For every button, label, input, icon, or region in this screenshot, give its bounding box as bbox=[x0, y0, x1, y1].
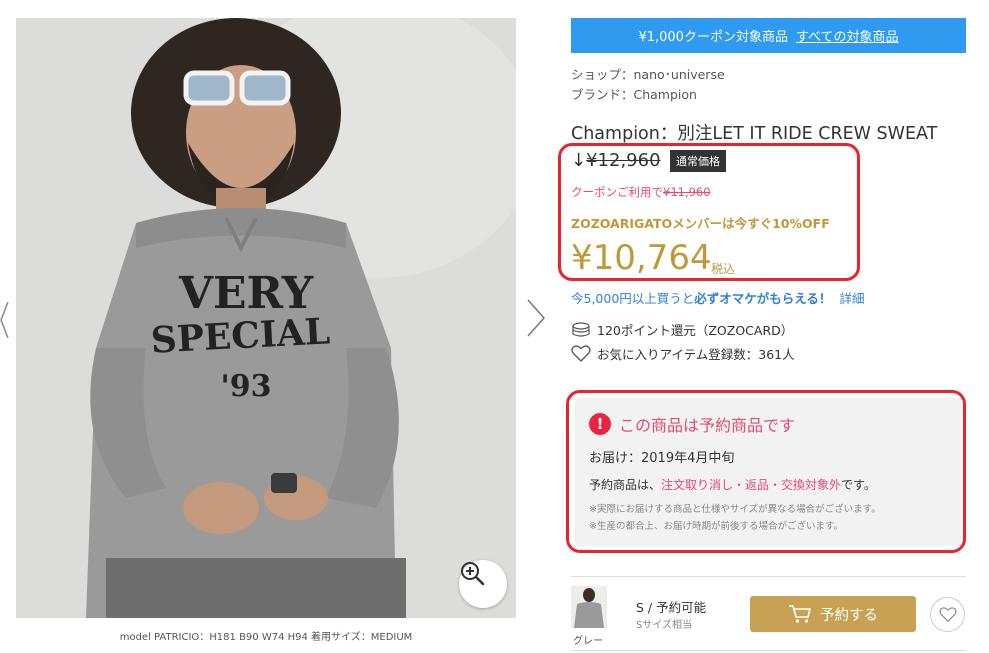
exclamation-circle-icon: ! bbox=[589, 413, 611, 435]
policy-suffix: です。 bbox=[841, 478, 876, 492]
chevron-left-icon bbox=[0, 301, 9, 339]
image-prev-button[interactable] bbox=[0, 300, 10, 340]
regular-price-badge: 通常価格 bbox=[670, 150, 726, 172]
policy-highlight: 注文取り消し・返品・交換対象外 bbox=[661, 478, 842, 492]
chevron-right-icon bbox=[527, 299, 546, 337]
preorder-note-2: ※生産の都合上、お届け時期が前後する場合がございます。 bbox=[589, 521, 844, 532]
shirt-print-line3: '93 bbox=[221, 369, 272, 404]
favorites-row: お気に入りアイテム登録数：361人 bbox=[571, 344, 795, 363]
promo-details-link[interactable]: 詳細 bbox=[839, 291, 864, 306]
current-price: ¥10,764 bbox=[571, 238, 712, 278]
model-caption: model PATRICIO：H181 B90 W74 H94 着用サイズ：ME… bbox=[119, 632, 413, 643]
zoom-in-icon bbox=[461, 562, 485, 586]
cart-icon bbox=[789, 605, 811, 623]
coupon-price-value: ¥11,960 bbox=[663, 185, 711, 199]
favorites-count: お気に入りアイテム登録数：361人 bbox=[597, 347, 795, 362]
regular-price-value: ¥12,960 bbox=[586, 150, 661, 171]
preorder-title: ! この商品は予約商品です bbox=[589, 412, 795, 436]
regular-price: ↓ ¥12,960 bbox=[571, 150, 661, 171]
preorder-policy: 予約商品は、注文取り消し・返品・交換対象外です。 bbox=[589, 476, 876, 493]
preorder-title-text: この商品は予約商品です bbox=[619, 416, 796, 435]
member-discount-note: ZOZOARIGATOメンバーは今すぐ10%OFF bbox=[571, 216, 830, 231]
product-image[interactable]: VERY SPECIAL '93 bbox=[16, 18, 516, 618]
policy-prefix: 予約商品は、 bbox=[589, 478, 662, 492]
product-title: Champion：別注LET IT RIDE CREW SWEAT bbox=[571, 124, 938, 144]
promo-bold: 必ずオマケがもらえる！ bbox=[694, 291, 832, 306]
promo-prefix: 今5,000円以上買うと bbox=[571, 291, 695, 306]
points-text: 120ポイント還元（ZOZOCARD） bbox=[597, 323, 794, 338]
coupon-banner-text: ¥1,000クーポン対象商品 bbox=[638, 30, 788, 45]
size-availability: S / 予約可能 bbox=[636, 600, 707, 615]
shop-label[interactable]: ショップ：nano･universe bbox=[571, 64, 725, 83]
price-down-arrow: ↓ bbox=[571, 150, 587, 171]
favorite-button[interactable] bbox=[930, 597, 965, 632]
tax-label: 税込 bbox=[711, 262, 736, 276]
coupon-price-prefix: クーポンご利用で bbox=[571, 185, 663, 199]
promo-row: 今5,000円以上買うと必ずオマケがもらえる！ 詳細 bbox=[571, 288, 864, 307]
zoom-button[interactable] bbox=[459, 560, 507, 608]
brand-label[interactable]: ブランド：Champion bbox=[571, 84, 697, 103]
coupon-banner: ¥1,000クーポン対象商品 すべての対象商品 bbox=[571, 18, 966, 53]
image-next-button[interactable] bbox=[524, 296, 548, 340]
coupon-all-items-link[interactable]: すべての対象商品 bbox=[796, 26, 899, 45]
color-thumbnail[interactable] bbox=[571, 586, 607, 628]
points-row: 120ポイント還元（ZOZOCARD） bbox=[571, 320, 793, 339]
variant-divider-bottom bbox=[571, 650, 966, 651]
heart-outline-icon bbox=[571, 344, 591, 362]
coin-stack-icon bbox=[572, 321, 590, 337]
size-equivalent: Sサイズ相当 bbox=[636, 620, 693, 631]
color-label: グレー bbox=[573, 636, 603, 647]
delivery-date: お届け：2019年4月中旬 bbox=[589, 451, 735, 466]
coupon-price: クーポンご利用で¥11,960 bbox=[571, 184, 711, 200]
preorder-note-1: ※実際にお届けする商品と仕様やサイズが異なる場合がございます。 bbox=[589, 504, 881, 515]
variant-divider-top bbox=[571, 576, 966, 577]
reserve-button[interactable]: 予約する bbox=[750, 596, 916, 632]
heart-outline-icon bbox=[938, 606, 957, 622]
reserve-button-label: 予約する bbox=[820, 607, 878, 624]
color-swatch-image bbox=[574, 588, 604, 628]
product-photo: VERY SPECIAL '93 bbox=[16, 18, 516, 618]
